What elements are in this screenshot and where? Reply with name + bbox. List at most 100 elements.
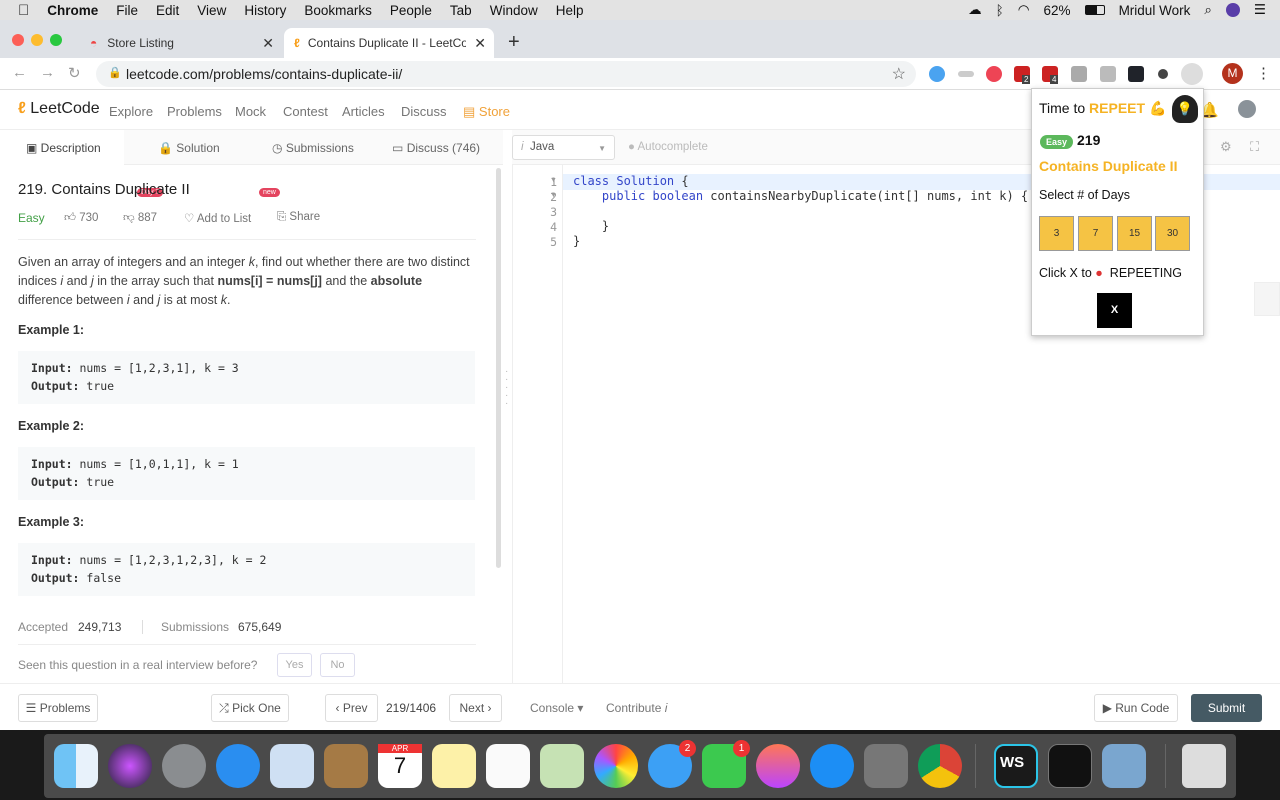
- contacts-icon[interactable]: [324, 744, 368, 788]
- forward-icon[interactable]: →: [40, 64, 55, 81]
- menu-file[interactable]: File: [116, 3, 138, 18]
- system-preferences-icon[interactable]: [864, 744, 908, 788]
- close-tab-icon[interactable]: ✕: [262, 35, 274, 52]
- close-window-button[interactable]: [12, 34, 24, 46]
- tab-contains-duplicate[interactable]: ℓ Contains Duplicate II - LeetCod ✕: [284, 28, 494, 58]
- menu-app-name[interactable]: Chrome: [47, 3, 98, 18]
- days-15-button[interactable]: 15: [1117, 216, 1152, 251]
- tab-discuss[interactable]: ▭ Discuss (746): [392, 141, 480, 155]
- apple-icon[interactable]: : [18, 2, 29, 19]
- language-select[interactable]: i Java ▼: [512, 135, 615, 160]
- extension-w-icon[interactable]: [929, 66, 945, 82]
- profile-avatar[interactable]: M: [1222, 63, 1243, 84]
- bluetooth-icon[interactable]: ᛒ: [996, 3, 1004, 18]
- extension-adblock-icon[interactable]: 2: [1014, 66, 1031, 84]
- reminders-icon[interactable]: [486, 744, 530, 788]
- extension-touch-icon[interactable]: [1071, 66, 1087, 82]
- app-store-icon[interactable]: [810, 744, 854, 788]
- fold-icon[interactable]: ▼: [550, 177, 557, 184]
- dislike-button[interactable]: 👎︎ 887: [123, 211, 157, 225]
- tab-submissions[interactable]: ◷ Submissions: [272, 141, 354, 155]
- facetime-icon[interactable]: 1: [702, 740, 750, 788]
- extension-h-icon[interactable]: [1100, 66, 1116, 82]
- music-icon[interactable]: [756, 744, 800, 788]
- battery-percent[interactable]: 62%: [1044, 3, 1071, 18]
- problems-button[interactable]: ☰ Problems: [18, 694, 98, 722]
- menu-history[interactable]: History: [244, 3, 286, 18]
- fold-icon[interactable]: ▼: [550, 192, 557, 199]
- notification-center-icon[interactable]: ☰: [1254, 2, 1266, 18]
- description-scrollbar[interactable]: [496, 168, 501, 568]
- run-code-button[interactable]: ▶ Run Code: [1094, 694, 1178, 722]
- days-7-button[interactable]: 7: [1078, 216, 1113, 251]
- nav-articles[interactable]: Articles: [342, 104, 385, 119]
- calendar-icon[interactable]: APR 7: [378, 744, 422, 788]
- nav-problems[interactable]: Problems: [167, 104, 222, 119]
- menu-view[interactable]: View: [197, 3, 226, 18]
- days-3-button[interactable]: 3: [1039, 216, 1074, 251]
- close-tab-icon[interactable]: ✕: [474, 35, 486, 52]
- add-to-list-button[interactable]: ♡ Add to List: [184, 211, 251, 225]
- user-name[interactable]: Mridul Work: [1119, 3, 1191, 18]
- zoom-window-button[interactable]: [50, 34, 62, 46]
- chrome-menu-icon[interactable]: ⋮: [1256, 64, 1271, 82]
- extension-ball-icon[interactable]: [1158, 69, 1168, 79]
- fullscreen-icon[interactable]: ⛶: [1250, 139, 1259, 155]
- messages-icon[interactable]: 2: [648, 740, 696, 788]
- user-avatar-icon[interactable]: [1238, 100, 1256, 118]
- webstorm-icon[interactable]: WS: [994, 744, 1038, 788]
- extension-repeet-icon[interactable]: [1181, 63, 1203, 85]
- cloud-icon[interactable]: ☁: [968, 2, 982, 18]
- spotlight-icon[interactable]: ⌕: [1204, 2, 1212, 18]
- launchpad-icon[interactable]: [162, 744, 206, 788]
- nav-contest[interactable]: Contest: [283, 104, 328, 119]
- days-30-button[interactable]: 30: [1155, 216, 1190, 251]
- extension-red-icon[interactable]: 4: [1042, 66, 1059, 84]
- extension-dots-icon[interactable]: [958, 71, 974, 77]
- menu-window[interactable]: Window: [490, 3, 538, 18]
- finder-icon[interactable]: [54, 744, 98, 788]
- yes-button[interactable]: Yes: [277, 653, 312, 677]
- side-note-tab[interactable]: [1254, 282, 1280, 316]
- nav-explore[interactable]: Explore: [109, 104, 153, 119]
- contribute-link[interactable]: Contribute i: [606, 701, 667, 715]
- nav-store[interactable]: ▤ Store: [463, 104, 510, 120]
- battery-icon[interactable]: [1084, 5, 1105, 15]
- prev-button[interactable]: ‹ Prev: [325, 694, 378, 722]
- autocomplete-toggle[interactable]: ● Autocomplete: [628, 141, 708, 153]
- settings-icon[interactable]: ⚙: [1220, 139, 1232, 155]
- next-button[interactable]: Next ›: [449, 694, 502, 722]
- tab-description[interactable]: ▣ Description: [26, 141, 101, 155]
- chrome-icon[interactable]: [918, 744, 962, 788]
- trash-icon[interactable]: [1182, 744, 1226, 788]
- menu-help[interactable]: Help: [556, 3, 584, 18]
- notes-icon[interactable]: [432, 744, 476, 788]
- new-tab-button[interactable]: +: [508, 31, 520, 54]
- mail-icon[interactable]: [270, 744, 314, 788]
- share-button[interactable]: ⎘ Share: [277, 211, 320, 224]
- maps-icon[interactable]: [540, 744, 584, 788]
- no-button[interactable]: No: [320, 653, 355, 677]
- bookmark-star-icon[interactable]: ☆: [892, 64, 906, 84]
- stop-repeeting-button[interactable]: X: [1097, 293, 1132, 328]
- reload-icon[interactable]: ↻: [68, 64, 81, 82]
- menu-bookmarks[interactable]: Bookmarks: [304, 3, 372, 18]
- tab-store-listing[interactable]: ◓ Store Listing ✕: [72, 28, 282, 58]
- leetcode-logo[interactable]: ℓ LeetCode: [18, 100, 100, 118]
- pane-resize-handle[interactable]: · · · · ·: [505, 367, 508, 409]
- terminal-icon[interactable]: [1048, 744, 1092, 788]
- submit-button[interactable]: Submit: [1191, 694, 1262, 722]
- siri-icon[interactable]: [1225, 3, 1240, 17]
- minimize-window-button[interactable]: [31, 34, 43, 46]
- preview-icon[interactable]: [1102, 744, 1146, 788]
- pick-one-button[interactable]: ⤮ Pick One: [211, 694, 289, 722]
- back-icon[interactable]: ←: [12, 64, 27, 81]
- menu-people[interactable]: People: [390, 3, 432, 18]
- menu-edit[interactable]: Edit: [156, 3, 179, 18]
- nav-discuss[interactable]: Discuss: [401, 104, 447, 119]
- like-button[interactable]: 👍︎ 730: [64, 211, 98, 225]
- tab-solution[interactable]: 🔒 Solution: [158, 141, 220, 155]
- wifi-icon[interactable]: ◠: [1018, 2, 1030, 18]
- safari-icon[interactable]: [216, 744, 260, 788]
- url-bar[interactable]: 🔒 leetcode.com/problems/contains-duplica…: [96, 61, 916, 87]
